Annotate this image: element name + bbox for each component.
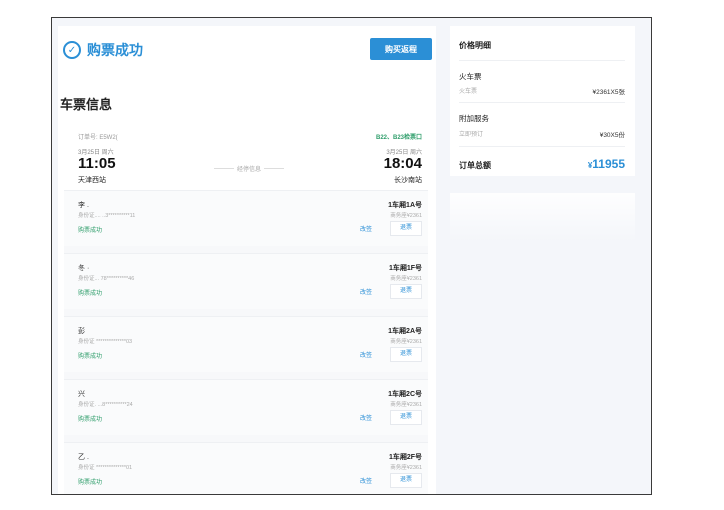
passenger-row: 彭 身份证 **************03 购票成功 1车厢2A号 商务座¥2… — [64, 316, 428, 372]
passenger-row: 冬 · 身份证... 78**********46 购票成功 1车厢1F号 商务… — [64, 253, 428, 309]
divider — [459, 146, 625, 147]
price-detail-title: 价格明细 — [459, 41, 491, 50]
gate-info: B22、B23检票口 — [375, 135, 422, 141]
seat-number: 1车厢2F号 — [388, 454, 422, 461]
seat-class-price: 商务座¥2361 — [390, 213, 422, 219]
change-ticket-link[interactable]: 改签 — [360, 224, 372, 233]
arrive-time: 18:04 — [383, 155, 422, 172]
order-total-amount: ¥11955 — [588, 157, 625, 171]
trip-summary: 订单号: E5W2( B22、B23检票口 3月25日 周六 11:05 天津西… — [64, 119, 428, 190]
refund-button[interactable]: 退票 — [390, 473, 422, 488]
addon-sub: 立即预订 — [459, 132, 484, 138]
passenger-status: 购票成功 — [78, 291, 103, 297]
passenger-name: 乙 . — [78, 454, 89, 461]
seat-number: 1车厢2A号 — [388, 328, 422, 335]
ticket-card: 订单号: E5W2( B22、B23检票口 3月25日 周六 11:05 天津西… — [64, 119, 428, 494]
route-line — [214, 168, 234, 169]
passenger-id: 身份证... 78**********46 — [78, 276, 135, 282]
train-ticket-value: ¥2361X5张 — [592, 89, 625, 96]
order-panel: ✓ 购票成功 购买返程 车票信息 订单号: E5W2( B22、B23检票口 3… — [58, 26, 436, 494]
depart-time: 11:05 — [78, 155, 116, 172]
addon-value: ¥30X5份 — [599, 132, 625, 139]
check-circle-icon: ✓ — [63, 41, 81, 59]
seat-class-price: 商务座¥2361 — [390, 402, 422, 408]
train-ticket-sub: 火车票 — [459, 89, 478, 95]
refund-button[interactable]: 退票 — [390, 347, 422, 362]
arrive-station: 长沙南站 — [394, 177, 422, 184]
status-text: 购票成功 — [87, 42, 143, 58]
addon-label: 附加服务 — [459, 114, 489, 123]
passenger-name: 兴 — [78, 391, 85, 398]
passenger-status: 购票成功 — [78, 417, 103, 423]
page-frame: ✓ 购票成功 购买返程 车票信息 订单号: E5W2( B22、B23检票口 3… — [51, 17, 652, 495]
change-ticket-link[interactable]: 改签 — [360, 413, 372, 422]
buy-return-button[interactable]: 购买返程 — [370, 38, 432, 60]
divider — [459, 60, 625, 61]
seat-class-price: 商务座¥2361 — [390, 339, 422, 345]
passenger-row: 李 . 身份证.... ..3**********11 购票成功 1车厢1A号 … — [64, 190, 428, 246]
passenger-id: 身份证 **************03 — [78, 339, 133, 345]
route-stops-link[interactable]: 经停信息 — [214, 164, 285, 173]
change-ticket-link[interactable]: 改签 — [360, 287, 372, 296]
price-detail-card: 价格明细 火车票 火车票 ¥2361X5张 附加服务 立即预订 ¥30X5份 订… — [450, 26, 635, 176]
passenger-id: 身份证.... ..3**********11 — [78, 213, 136, 219]
passenger-name: 冬 · — [78, 265, 90, 272]
refund-button[interactable]: 退票 — [390, 284, 422, 299]
total-amount-value: 11955 — [592, 157, 625, 171]
passenger-status: 购票成功 — [78, 228, 103, 234]
change-ticket-link[interactable]: 改签 — [360, 350, 372, 359]
passenger-status: 购票成功 — [78, 480, 103, 486]
train-ticket-label: 火车票 — [459, 72, 482, 81]
seat-number: 1车厢1A号 — [388, 202, 422, 209]
refund-button[interactable]: 退票 — [390, 221, 422, 236]
section-title: 车票信息 — [60, 97, 113, 112]
seat-number: 1车厢1F号 — [388, 265, 422, 272]
passenger-name: 李 . — [78, 202, 89, 209]
depart-station: 天津西站 — [78, 177, 106, 184]
passenger-row: 兴 身份证. ...8**********24 购票成功 1车厢2C号 商务座¥… — [64, 379, 428, 435]
order-number: 订单号: E5W2( — [78, 135, 118, 141]
seat-number: 1车厢2C号 — [388, 391, 422, 398]
route-label: 经停信息 — [237, 167, 262, 173]
order-total-label: 订单总额 — [459, 161, 491, 170]
divider — [459, 102, 625, 103]
passenger-id: 身份证. ...8**********24 — [78, 402, 133, 408]
seat-class-price: 商务座¥2361 — [390, 276, 422, 282]
passenger-status: 购票成功 — [78, 354, 103, 360]
purchase-status: ✓ 购票成功 — [63, 40, 143, 60]
refund-button[interactable]: 退票 — [390, 410, 422, 425]
passenger-row: 乙 . 身份证 **************01 购票成功 1车厢2F号 商务座… — [64, 442, 428, 494]
change-ticket-link[interactable]: 改签 — [360, 476, 372, 485]
route-line — [264, 168, 285, 169]
passenger-id: 身份证 **************01 — [78, 465, 133, 471]
passenger-name: 彭 — [78, 328, 85, 335]
right-panel-fade — [450, 193, 635, 243]
seat-class-price: 商务座¥2361 — [390, 465, 422, 471]
